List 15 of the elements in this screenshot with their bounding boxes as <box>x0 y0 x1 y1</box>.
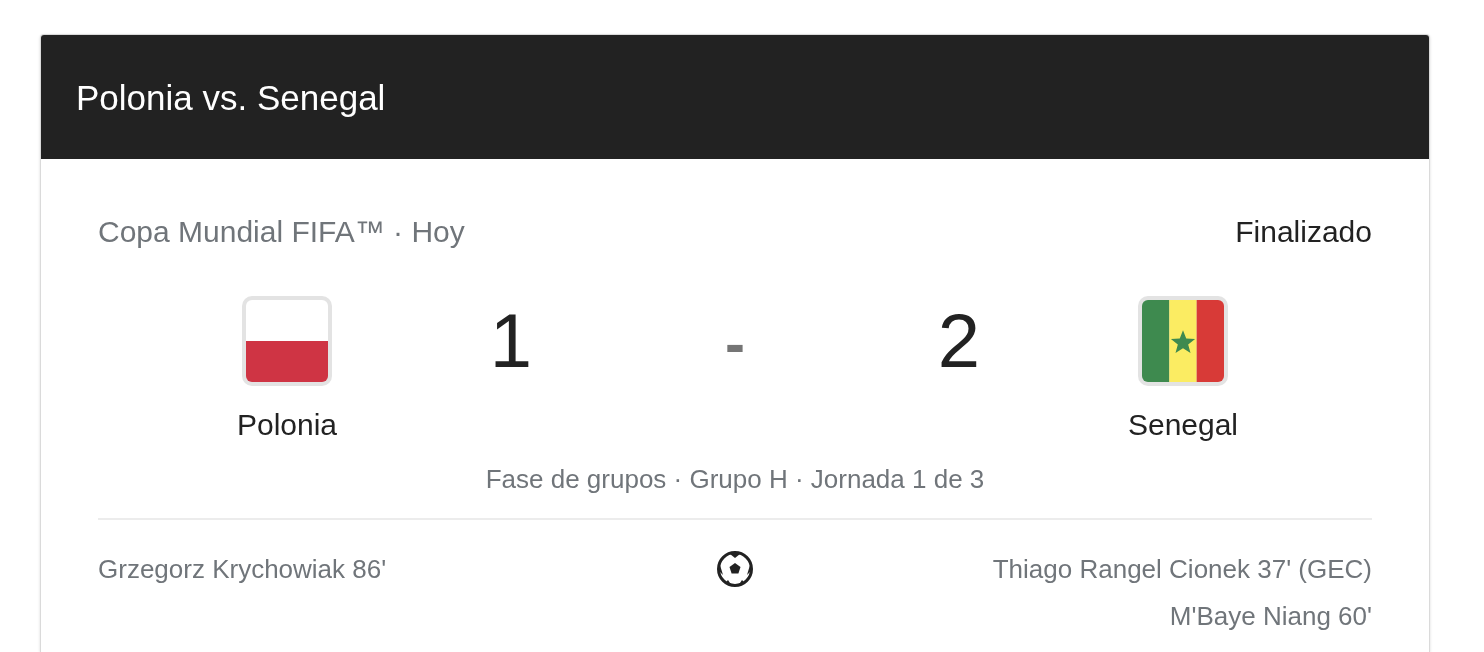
score-separator: - <box>725 309 745 374</box>
goal-scorer: Grzegorz Krychowiak 86' <box>98 554 387 584</box>
team-name: Senegal <box>1127 410 1239 440</box>
home-score: 1 <box>489 303 533 379</box>
away-score: 2 <box>937 303 981 379</box>
goal-scorer: Thiago Rangel Cionek 37' (GEC) <box>992 554 1372 584</box>
goal-scorer: M'Baye Niang 60' <box>1169 601 1372 631</box>
flag-icon <box>1138 296 1228 386</box>
match-status: Finalizado <box>1235 217 1372 247</box>
competition-label: Copa Mundial FIFA™ · Hoy <box>98 217 465 247</box>
stage-info: Fase de grupos · Grupo H · Jornada 1 de 3 <box>485 466 985 492</box>
flag-icon <box>242 296 332 386</box>
soccer-ball-icon <box>717 551 753 587</box>
team-name: Polonia <box>236 410 338 440</box>
match-title: Polonia vs. Senegal <box>76 79 386 115</box>
